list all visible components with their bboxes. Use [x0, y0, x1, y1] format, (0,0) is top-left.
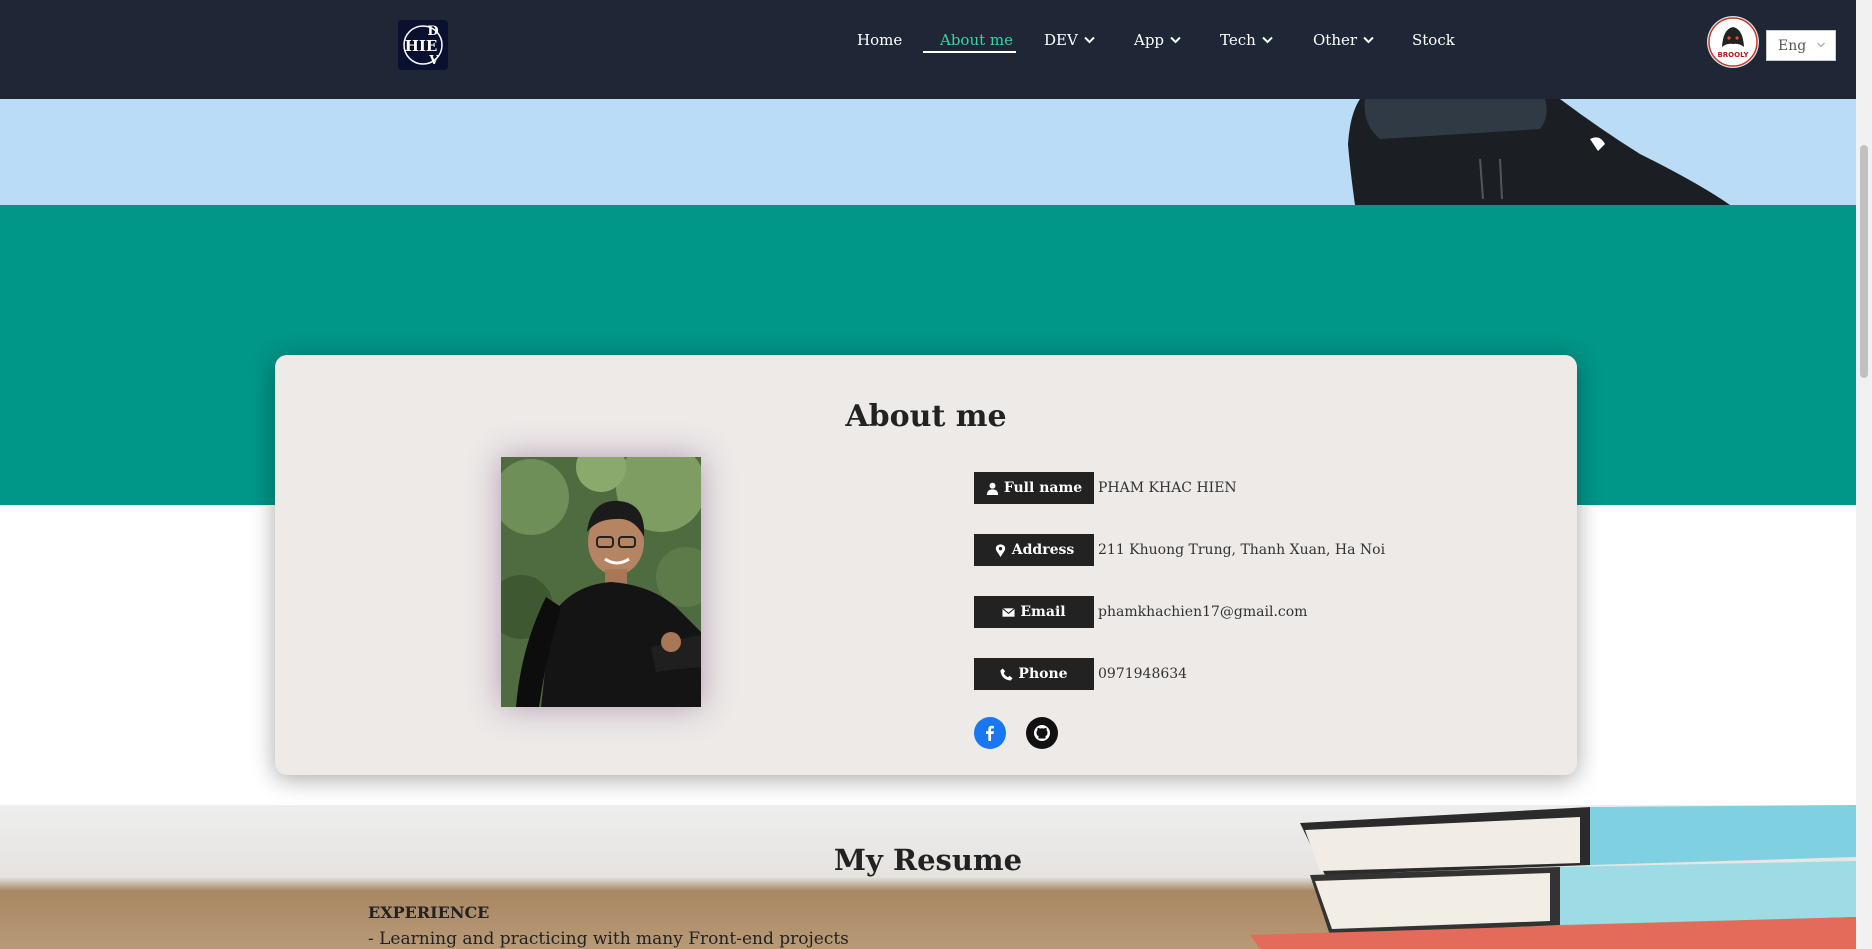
about-card: About me Full name PHAM KHAC HIEN Addres…: [275, 355, 1577, 775]
phone-value: 0971948634: [1098, 666, 1188, 682]
address-label: Address: [974, 534, 1094, 566]
hero-banner: [0, 99, 1856, 205]
nav-other-label: Other: [1313, 31, 1358, 49]
full-name-label-text: Full name: [1003, 480, 1083, 496]
chevron-down-icon: [1817, 42, 1825, 48]
site-logo[interactable]: D HIE V: [398, 20, 448, 70]
books-illustration: [1250, 805, 1856, 949]
top-navbar: D HIE V Home About me DEV App Tech Other: [0, 0, 1856, 99]
address-value: 211 Khuong Trung, Thanh Xuan, Ha Noi: [1098, 542, 1386, 558]
experience-item: - Learning and practicing with many Fron…: [368, 929, 849, 949]
full-name-label: Full name: [974, 472, 1094, 504]
info-row-email: Email phamkhachien17@gmail.com: [974, 596, 1307, 628]
chevron-down-icon: [1262, 36, 1273, 44]
language-select-value: Eng: [1778, 37, 1807, 54]
envelope-icon: [1002, 607, 1016, 617]
hero-figure-illustration: [1348, 99, 1730, 205]
nav-about-me-label: About me: [940, 31, 1014, 49]
phone-label: Phone: [974, 658, 1094, 690]
chevron-down-icon: [1084, 36, 1095, 44]
nav-tech[interactable]: Tech: [1220, 30, 1273, 50]
email-value: phamkhachien17@gmail.com: [1098, 604, 1308, 620]
about-title: About me: [845, 399, 1007, 434]
phone-label-text: Phone: [1018, 666, 1068, 682]
facebook-link[interactable]: [974, 717, 1006, 749]
profile-photo: [501, 457, 701, 707]
github-link[interactable]: [1026, 717, 1058, 749]
scrollbar-thumb[interactable]: [1860, 145, 1868, 378]
nav-dev-label: DEV: [1044, 31, 1078, 49]
nav-app[interactable]: App: [1134, 30, 1181, 50]
nav-dev[interactable]: DEV: [1044, 30, 1095, 50]
nav-tech-label: Tech: [1220, 31, 1256, 49]
chevron-down-icon: [1363, 36, 1374, 44]
experience-heading: EXPERIENCE: [368, 903, 490, 922]
facebook-icon: [986, 725, 994, 741]
active-nav-underline: [923, 51, 1016, 53]
full-name-value: PHAM KHAC HIEN: [1098, 480, 1237, 496]
nav-stock[interactable]: Stock: [1412, 30, 1455, 50]
user-avatar[interactable]: BROOLY: [1708, 17, 1758, 67]
nav-stock-label: Stock: [1412, 31, 1455, 49]
github-icon: [1034, 725, 1050, 741]
resume-section: My Resume EXPERIENCE - Learning and prac…: [0, 805, 1856, 949]
email-label: Email: [974, 596, 1094, 628]
nav-about-me[interactable]: About me: [940, 30, 1013, 50]
chevron-down-icon: [1170, 36, 1181, 44]
info-row-full-name: Full name PHAM KHAC HIEN: [974, 472, 1237, 504]
email-label-text: Email: [1020, 604, 1066, 620]
user-icon: [986, 482, 998, 495]
resume-title: My Resume: [833, 843, 1023, 877]
nav-app-label: App: [1134, 31, 1165, 49]
svg-text:BROOLY: BROOLY: [1717, 51, 1749, 59]
page-scrollbar[interactable]: [1856, 0, 1872, 949]
svg-text:V: V: [428, 53, 439, 67]
map-marker-icon: [995, 543, 1005, 557]
nav-other[interactable]: Other: [1313, 30, 1374, 50]
info-row-phone: Phone 0971948634: [974, 658, 1187, 690]
language-select[interactable]: Eng: [1766, 30, 1836, 61]
nav-home[interactable]: Home: [857, 30, 902, 50]
address-label-text: Address: [1011, 542, 1075, 558]
phone-icon: [1000, 667, 1013, 681]
nav-home-label: Home: [857, 31, 903, 49]
info-row-address: Address 211 Khuong Trung, Thanh Xuan, Ha…: [974, 534, 1385, 566]
